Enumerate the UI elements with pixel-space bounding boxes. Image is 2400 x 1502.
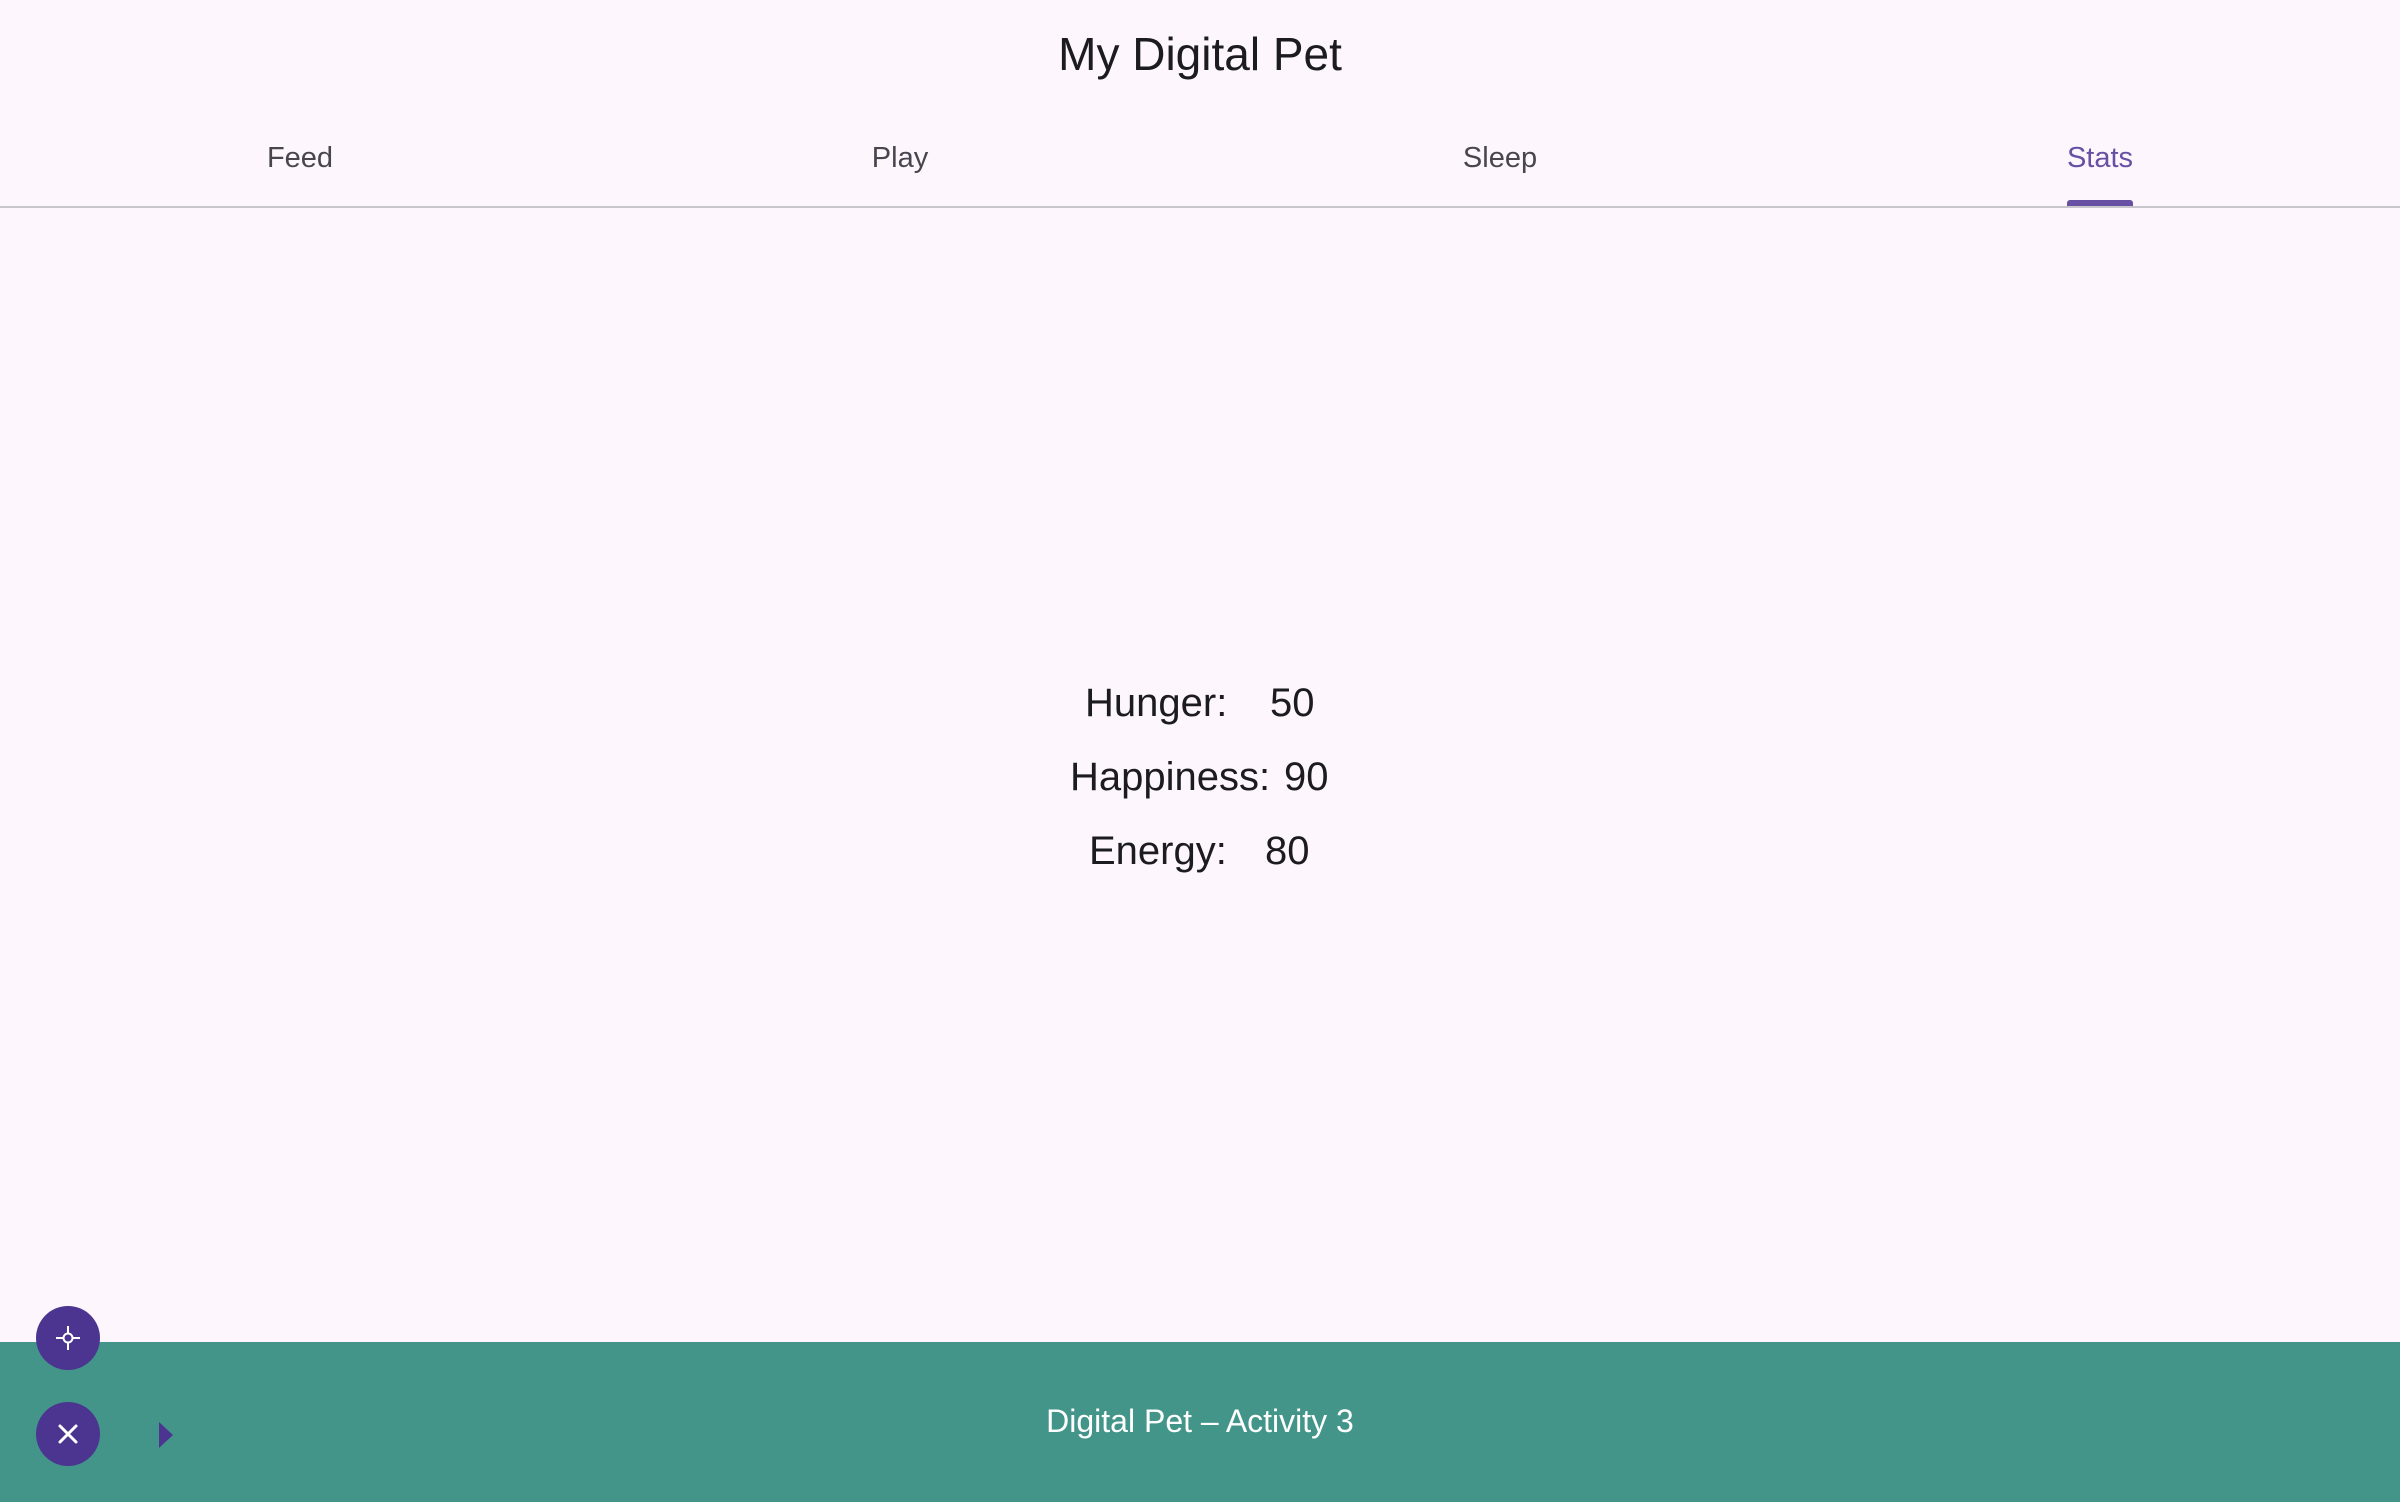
- tab-bar: Feed Play Sleep Stats: [0, 126, 2400, 208]
- play-arrow-icon[interactable]: [157, 1420, 177, 1450]
- stat-label-happiness: Happiness:: [1070, 755, 1271, 799]
- close-icon: [58, 1424, 78, 1444]
- stat-row-happiness: Happiness: 90: [0, 740, 2400, 814]
- stat-label-hunger: Hunger:: [1085, 681, 1228, 725]
- stat-label-energy: Energy:: [1089, 829, 1227, 873]
- app-window: My Digital Pet Feed Play Sleep Stats Hun…: [0, 0, 2400, 1502]
- tab-feed[interactable]: Feed: [0, 126, 600, 206]
- stat-row-hunger: Hunger: 50: [0, 666, 2400, 740]
- stat-value-energy: 80: [1265, 829, 1310, 873]
- tab-play[interactable]: Play: [600, 126, 1200, 206]
- stat-row-energy: Energy: 80: [0, 814, 2400, 888]
- stat-value-hunger: 50: [1270, 681, 1315, 725]
- stat-value-happiness: 90: [1284, 755, 1329, 799]
- active-tab-indicator: [2067, 200, 2133, 206]
- crosshair-icon: [56, 1326, 80, 1350]
- tab-stats[interactable]: Stats: [1800, 126, 2400, 206]
- locate-button[interactable]: [36, 1306, 100, 1370]
- tab-sleep[interactable]: Sleep: [1200, 126, 1800, 206]
- footer-bar: Digital Pet – Activity 3: [0, 1342, 2400, 1502]
- footer-title: Digital Pet – Activity 3: [1046, 1403, 1354, 1439]
- page-title: My Digital Pet: [1058, 28, 1342, 80]
- close-button[interactable]: [36, 1402, 100, 1466]
